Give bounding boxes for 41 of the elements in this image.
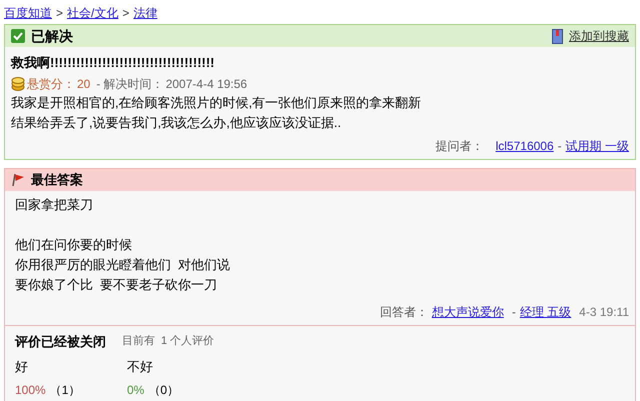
reward-label: 悬赏分： bbox=[27, 76, 75, 92]
coins-icon bbox=[11, 76, 25, 90]
bookmark-icon bbox=[552, 28, 563, 44]
separator: - bbox=[512, 304, 516, 320]
asker-link[interactable]: lcl5716006 bbox=[496, 136, 554, 154]
asker-level-link[interactable]: 试用期 一级 bbox=[566, 136, 629, 154]
solved-time: 2007-4-4 19:56 bbox=[166, 76, 248, 92]
rating-option-label: 好 bbox=[15, 358, 29, 376]
rating-option-label: 不好 bbox=[127, 358, 154, 376]
answerer-label: 回答者： bbox=[380, 304, 428, 320]
rating-count: 1 个人评价 bbox=[161, 334, 214, 349]
breadcrumb-separator: > bbox=[122, 5, 130, 22]
status-title: 已解决 bbox=[31, 26, 73, 46]
answerer-level-link[interactable]: 经理 五级 bbox=[520, 302, 572, 320]
answer-text: 他们在问你要的时候 bbox=[15, 236, 133, 254]
breadcrumb-link[interactable]: 法律 bbox=[133, 4, 158, 22]
answerer-link[interactable]: 想大声说爱你 bbox=[432, 302, 504, 320]
rating-title: 评价已经被关闭 bbox=[15, 332, 106, 350]
rating-percent: 100% bbox=[15, 382, 46, 398]
separator: - bbox=[558, 138, 562, 154]
answer-title: 最佳答案 bbox=[31, 170, 83, 189]
answer-time: 4-3 19:11 bbox=[579, 304, 629, 320]
rating-percent: 0% bbox=[127, 382, 144, 398]
answer-text: 回家拿把菜刀 bbox=[15, 196, 94, 214]
question-text: 结果给弄丢了,说要告我门,我该怎么办,他应该应该没证据.. bbox=[11, 114, 342, 132]
reward-value: 20 bbox=[77, 76, 90, 92]
rating-count-label: 目前有 bbox=[122, 334, 155, 349]
question-title: 救我啊!!!!!!!!!!!!!!!!!!!!!!!!!!!!!!!!!!!!!! bbox=[11, 54, 216, 72]
breadcrumb-separator: > bbox=[56, 5, 64, 22]
solved-label: - 解决时间： bbox=[96, 76, 164, 92]
breadcrumb-link[interactable]: 社会/文化 bbox=[67, 4, 118, 22]
flag-icon bbox=[11, 172, 25, 186]
add-favorite-link[interactable]: 添加到搜藏 bbox=[569, 27, 629, 45]
rating-votes: （1） bbox=[50, 382, 80, 398]
answer-text: 你用很严厉的眼光瞪着他们 对他们说 bbox=[15, 256, 232, 274]
question-text: 我家是开照相官的,在给顾客洗照片的时候,有一张他们原来照的拿来翻新 bbox=[11, 94, 422, 112]
breadcrumb-link[interactable]: 百度知道 bbox=[4, 4, 52, 22]
checkmark-icon bbox=[11, 29, 25, 43]
rating-votes: （0） bbox=[148, 382, 180, 398]
answer-text: 要你娘了个比 要不要老子砍你一刀 bbox=[15, 276, 218, 294]
asker-label: 提问者： bbox=[436, 138, 484, 154]
